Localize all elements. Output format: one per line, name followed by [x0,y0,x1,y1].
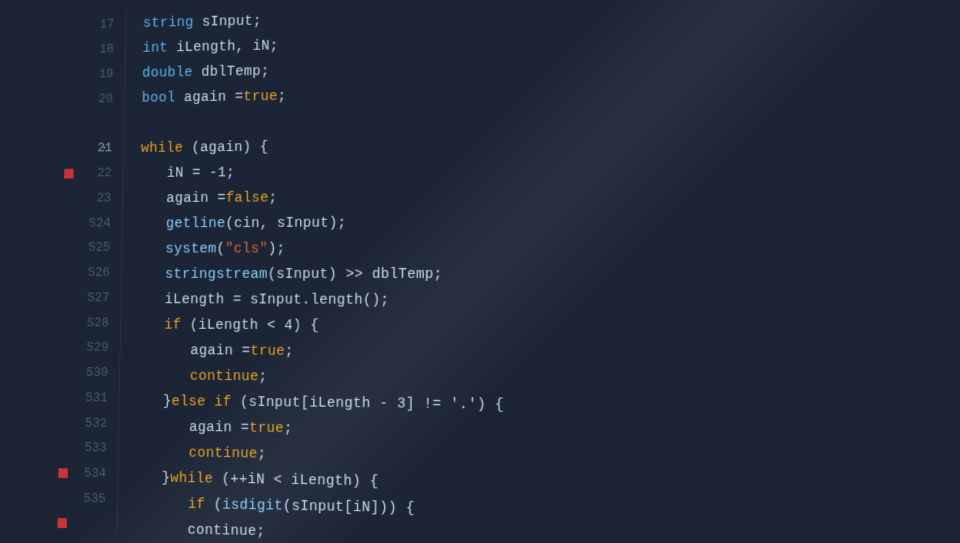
code-line-26: stringstream (sInput) >> dblTemp; [165,262,960,289]
line-num-35: 535 [54,485,117,511]
token-if: if [164,318,181,334]
line-num-30: 530 [56,360,119,386]
line-num-17: 17 [63,12,125,38]
code-line-27: iLength = sInput.length(); [164,288,960,316]
token-partial: continue; [187,523,265,541]
token-fn: isdigit [222,498,283,515]
token-args: (cin, sInput); [225,216,346,232]
token-var: sInput; [193,14,261,31]
token-brace: } [162,471,171,487]
token-semi: ; [278,89,287,105]
line-num-36 [53,511,116,538]
token-type: int [142,41,167,57]
token-cond: (++iN < iLength) { [213,472,379,491]
token-continue: continue [189,446,258,463]
line-num-26: S26 [58,260,121,285]
token-while: while [141,141,183,157]
token-cond: (again) { [183,140,269,156]
token-semi: ; [285,344,294,360]
token-while2: while [170,471,213,488]
token-fn: stringstream [165,267,268,283]
token-else-if: else if [171,394,231,410]
code-line-25: system ( "cls" ); [165,235,960,263]
token-var: again = [190,343,250,359]
token-type: string [143,15,194,31]
token-brace: } [163,394,172,410]
token-fn: system [165,242,216,258]
token-string: "cls" [225,242,268,258]
token-true: true [249,421,284,437]
code-editor: 17 18 19 20 21 ▾ 22 23 S24 S25 S26 S27 S… [53,0,960,543]
token-var: iLength = sInput.length(); [165,292,390,308]
line-num-32: 532 [55,410,118,436]
line-num-25: S25 [59,235,122,260]
editor-window: 17 18 19 20 21 ▾ 22 23 S24 S25 S26 S27 S… [0,0,960,543]
line-number-gutter: 17 18 19 20 21 ▾ 22 23 S24 S25 S26 S27 S… [53,10,126,537]
token-args: (sInput) >> dblTemp; [268,267,443,283]
line-num-blank [61,111,124,136]
line-num-18: 18 [63,37,125,63]
code-line-23: again = false ; [166,181,960,212]
token-assign: iN = -1; [167,166,235,182]
line-num-21: 21 ▾ [61,135,124,160]
code-content: string sInput; int iLength, iN; double d… [117,0,960,543]
token-semi: ; [259,369,268,385]
token-var: again = [166,191,226,207]
token-var: again = [189,420,249,437]
token-paren: ( [216,242,225,258]
token-semi: ; [269,191,278,207]
token-semi: ; [284,421,293,437]
token-var: dblTemp; [193,64,270,81]
line-num-22: 22 [60,160,123,185]
token-args: (sInput[iN])) { [283,499,415,517]
token-if: if [188,497,205,513]
line-num-27: S27 [58,285,121,310]
token-paren: ( [205,497,222,513]
line-num-24: S24 [59,210,122,235]
line-num-31: 531 [56,385,119,411]
code-line-24: getline (cin, sInput); [166,208,960,237]
line-num-29: S29 [57,335,120,360]
line-num-28: S28 [57,310,120,335]
token-cond: (sInput[iLength - 3] != '.') { [231,395,504,414]
token-true: true [250,344,285,360]
token-bool: true [243,89,277,105]
line-num-19: 19 [62,61,124,87]
line-num-34: 534 [54,460,117,486]
token-type: double [142,65,193,81]
token-fn: getline [166,216,226,232]
token-cond: (iLength < 4) { [181,318,319,334]
line-num-20: 20 [62,86,125,112]
token-false: false [226,191,269,207]
token-close: ); [268,242,285,258]
token-semi: ; [257,447,266,463]
token-var: again = [175,90,243,106]
token-continue: continue [190,369,259,385]
token-var: iLength, iN; [168,39,279,56]
line-num-23: 23 [60,185,123,210]
line-num-33: 533 [55,435,118,461]
token-type: bool [142,91,176,107]
